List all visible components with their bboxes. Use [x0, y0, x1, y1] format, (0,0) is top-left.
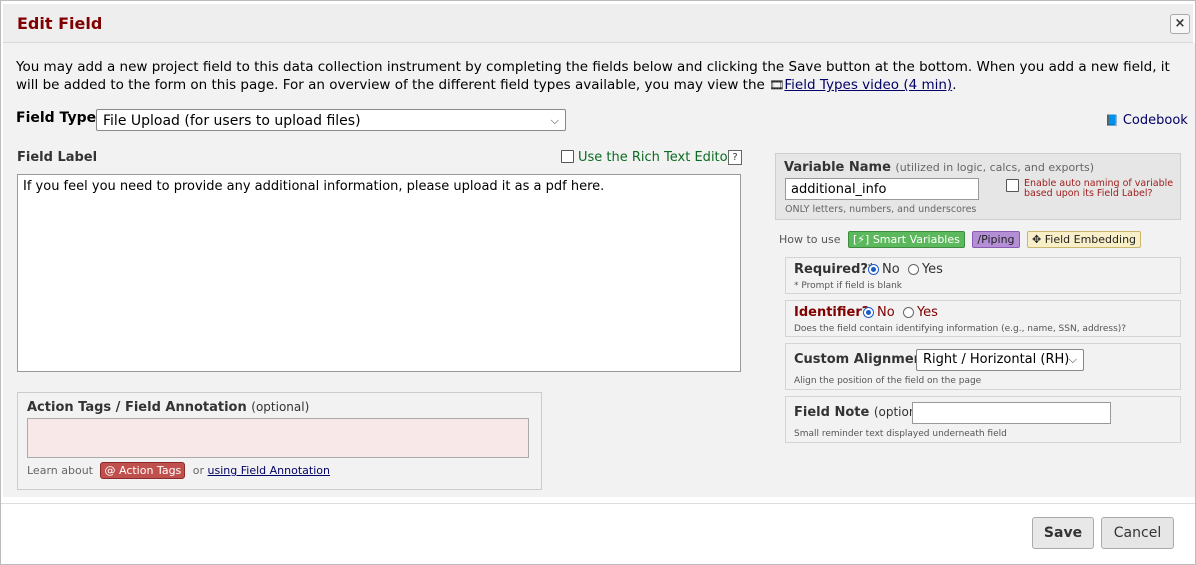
auto-naming-checkbox[interactable] [1006, 179, 1019, 192]
intro-body: You may add a new project field to this … [16, 59, 1170, 93]
piping-button[interactable]: ∕Piping [972, 231, 1020, 248]
alignment-hint: Align the position of the field on the p… [794, 376, 982, 386]
codebook-label: Codebook [1122, 113, 1188, 128]
cancel-button[interactable]: Cancel [1101, 517, 1174, 549]
chevron-down-icon: ⌵ [550, 114, 559, 127]
variable-name-input[interactable]: additional_info [785, 178, 979, 200]
field-annotation-link[interactable]: using Field Annotation [208, 464, 330, 477]
learn-about-text: Learn about [27, 464, 93, 477]
action-tags-learn: Learn about @ Action Tags or using Field… [27, 462, 330, 479]
smart-variables-button[interactable]: [⚡] Smart Variables [848, 231, 965, 248]
auto-naming-option[interactable]: Enable auto naming of variable based upo… [1006, 179, 1176, 199]
identifier-yes-radio[interactable] [902, 307, 914, 318]
field-note-label-text: Field Note [794, 405, 870, 420]
book-icon: 📘 [1105, 114, 1119, 127]
field-note-input[interactable] [912, 402, 1111, 424]
variable-name-hint: (utilized in logic, calcs, and exports) [895, 161, 1095, 174]
action-tags-panel: Action Tags / Field Annotation (optional… [17, 392, 542, 490]
intro-period: . [952, 77, 957, 93]
field-embedding-label: Field Embedding [1044, 233, 1137, 246]
rich-text-label: Use the Rich Text Editor [578, 150, 733, 165]
variable-name-label-text: Variable Name [784, 160, 891, 175]
dialog-titlebar: Edit Field × [3, 4, 1193, 43]
save-button[interactable]: Save [1032, 517, 1094, 549]
identifier-no-radio[interactable] [863, 307, 874, 318]
field-type-label: Field Type: [16, 110, 102, 126]
film-icon: 🎞 [769, 78, 785, 92]
how-to-use-bar: How to use [⚡] Smart Variables ∕Piping ✥… [779, 231, 1142, 248]
codebook-link[interactable]: 📘 Codebook [1105, 113, 1188, 128]
action-tags-optional: (optional) [251, 400, 310, 414]
dialog-content: You may add a new project field to this … [3, 43, 1195, 497]
action-tags-button[interactable]: @ Action Tags [100, 462, 186, 479]
auto-naming-label: Enable auto naming of variable based upo… [1024, 178, 1174, 199]
piping-label: Piping [981, 233, 1015, 246]
field-note-hint: Small reminder text displayed underneath… [794, 429, 1007, 439]
required-yes-label: Yes [921, 262, 943, 277]
required-no-radio[interactable] [868, 264, 879, 275]
how-to-use-label: How to use [779, 233, 841, 246]
required-label: Required?* [794, 262, 875, 277]
variable-name-rule: ONLY letters, numbers, and underscores [785, 204, 977, 215]
field-note-row: Field Note (optional) Small reminder tex… [785, 396, 1181, 443]
identifier-hint: Does the field contain identifying infor… [794, 324, 1127, 334]
dialog-footer: Save Cancel [1, 503, 1195, 564]
alignment-value: Right / Horizontal (RH) [923, 352, 1070, 367]
required-no-label: No [882, 262, 900, 277]
or-text: or [192, 464, 205, 477]
field-label-textarea[interactable]: If you feel you need to provide any addi… [17, 174, 741, 372]
move-icon: ✥ [1032, 233, 1042, 246]
alignment-row: Custom Alignment Right / Horizontal (RH)… [785, 343, 1181, 390]
required-row: Required?* No Yes * Prompt if field is b… [785, 257, 1181, 294]
action-tags-title: Action Tags / Field Annotation (optional… [27, 400, 309, 415]
action-tags-input[interactable] [27, 418, 529, 458]
identifier-label: Identifier? [794, 305, 870, 320]
identifier-row: Identifier? No Yes Does the field contai… [785, 300, 1181, 337]
chevron-down-icon: ⌵ [1068, 353, 1077, 366]
alignment-label: Custom Alignment [794, 352, 930, 367]
field-embedding-button[interactable]: ✥ Field Embedding [1027, 231, 1142, 248]
identifier-no-label: No [877, 305, 895, 320]
variable-name-panel: Variable Name (utilized in logic, calcs,… [775, 153, 1181, 220]
required-options: No Yes [868, 262, 943, 277]
rich-text-checkbox[interactable] [561, 150, 574, 163]
field-types-video-link[interactable]: Field Types video (4 min) [784, 77, 952, 93]
field-type-select[interactable]: File Upload (for users to upload files) … [96, 109, 566, 131]
required-yes-radio[interactable] [907, 264, 919, 275]
close-button[interactable]: × [1170, 14, 1190, 34]
field-type-value: File Upload (for users to upload files) [103, 113, 361, 129]
variable-name-label: Variable Name (utilized in logic, calcs,… [784, 160, 1094, 175]
dialog-title: Edit Field [17, 14, 103, 33]
identifier-yes-label: Yes [916, 305, 938, 320]
intro-text: You may add a new project field to this … [16, 58, 1176, 94]
help-icon[interactable]: ? [728, 150, 742, 165]
identifier-options: No Yes [863, 305, 938, 320]
field-label-heading: Field Label [17, 150, 98, 165]
required-hint: * Prompt if field is blank [794, 281, 903, 291]
alignment-select[interactable]: Right / Horizontal (RH) ⌵ [916, 349, 1084, 371]
rich-text-toggle[interactable]: Use the Rich Text Editor [561, 150, 733, 165]
edit-field-dialog: Edit Field × You may add a new project f… [0, 0, 1196, 565]
action-tags-title-text: Action Tags / Field Annotation [27, 400, 247, 415]
